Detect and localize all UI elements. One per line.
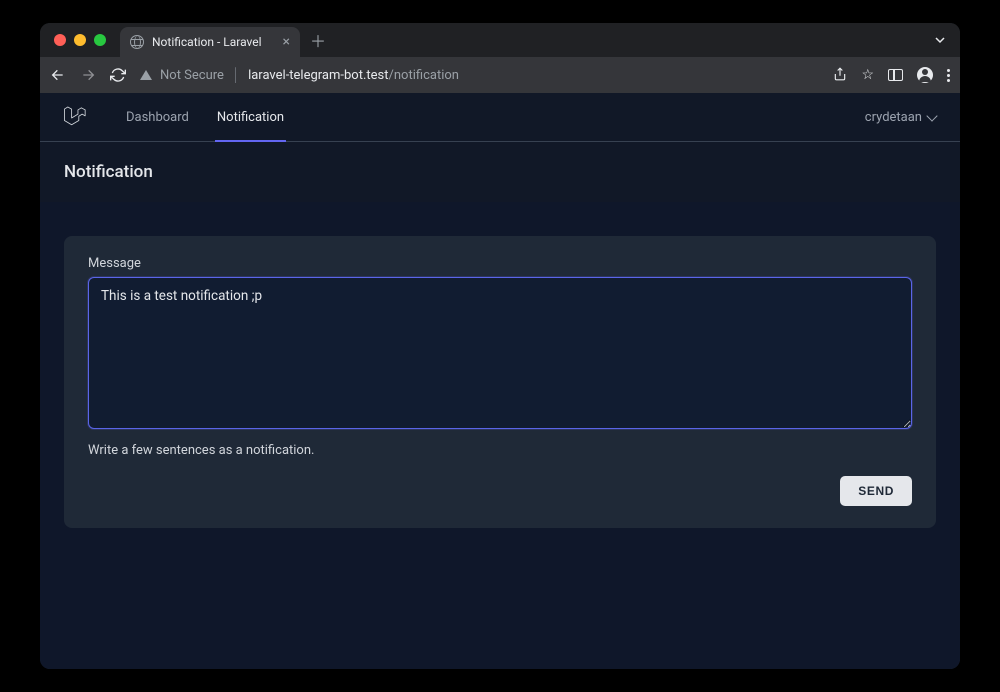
profile-icon[interactable] — [917, 67, 933, 83]
forward-button[interactable] — [80, 67, 96, 83]
username-label: crydetaan — [865, 110, 922, 125]
notification-card: Message Write a few sentences as a notif… — [64, 236, 936, 528]
new-tab-button[interactable]: ＋ — [310, 28, 326, 52]
back-button[interactable] — [50, 67, 66, 83]
tab-strip: Notification - Laravel × ＋ — [40, 23, 960, 57]
app-navbar: Dashboard Notification crydetaan — [40, 93, 960, 142]
not-secure-icon — [140, 70, 152, 80]
message-hint: Write a few sentences as a notification. — [88, 443, 912, 458]
tab-title: Notification - Laravel — [152, 35, 262, 49]
toolbar-right: ☆ — [833, 66, 950, 85]
maximize-window-button[interactable] — [94, 34, 106, 46]
laravel-logo-icon[interactable] — [64, 104, 86, 130]
browser-window: Notification - Laravel × ＋ Not Secure │ … — [40, 23, 960, 669]
browser-tab[interactable]: Notification - Laravel × — [120, 27, 300, 57]
nav-tab-notification[interactable]: Notification — [217, 93, 284, 141]
window-controls — [54, 34, 106, 46]
message-textarea[interactable] — [88, 277, 912, 429]
close-window-button[interactable] — [54, 34, 66, 46]
reload-button[interactable] — [110, 67, 126, 83]
message-label: Message — [88, 256, 912, 271]
share-icon[interactable] — [833, 66, 847, 85]
chevron-down-icon — [926, 110, 937, 121]
address-bar[interactable]: Not Secure │ laravel-telegram-bot.test/n… — [140, 67, 819, 83]
panel-icon[interactable] — [888, 69, 903, 81]
send-button[interactable]: SEND — [840, 476, 912, 506]
tab-list-chevron-icon[interactable] — [934, 31, 946, 50]
close-tab-button[interactable]: × — [283, 34, 290, 50]
main-content: Message Write a few sentences as a notif… — [40, 202, 960, 669]
nav-tabs: Dashboard Notification — [126, 93, 284, 141]
minimize-window-button[interactable] — [74, 34, 86, 46]
globe-icon — [130, 35, 144, 49]
form-actions: SEND — [88, 476, 912, 506]
menu-dots-icon[interactable] — [947, 69, 950, 82]
bookmark-star-icon[interactable]: ☆ — [861, 67, 874, 83]
not-secure-label: Not Secure — [160, 68, 224, 83]
user-menu[interactable]: crydetaan — [865, 110, 936, 125]
browser-toolbar: Not Secure │ laravel-telegram-bot.test/n… — [40, 57, 960, 93]
page-header: Notification — [40, 142, 960, 202]
url-path: /notification — [389, 68, 459, 83]
nav-tab-dashboard[interactable]: Dashboard — [126, 93, 189, 141]
page-title: Notification — [64, 162, 936, 182]
url-host: laravel-telegram-bot.test — [248, 68, 388, 83]
